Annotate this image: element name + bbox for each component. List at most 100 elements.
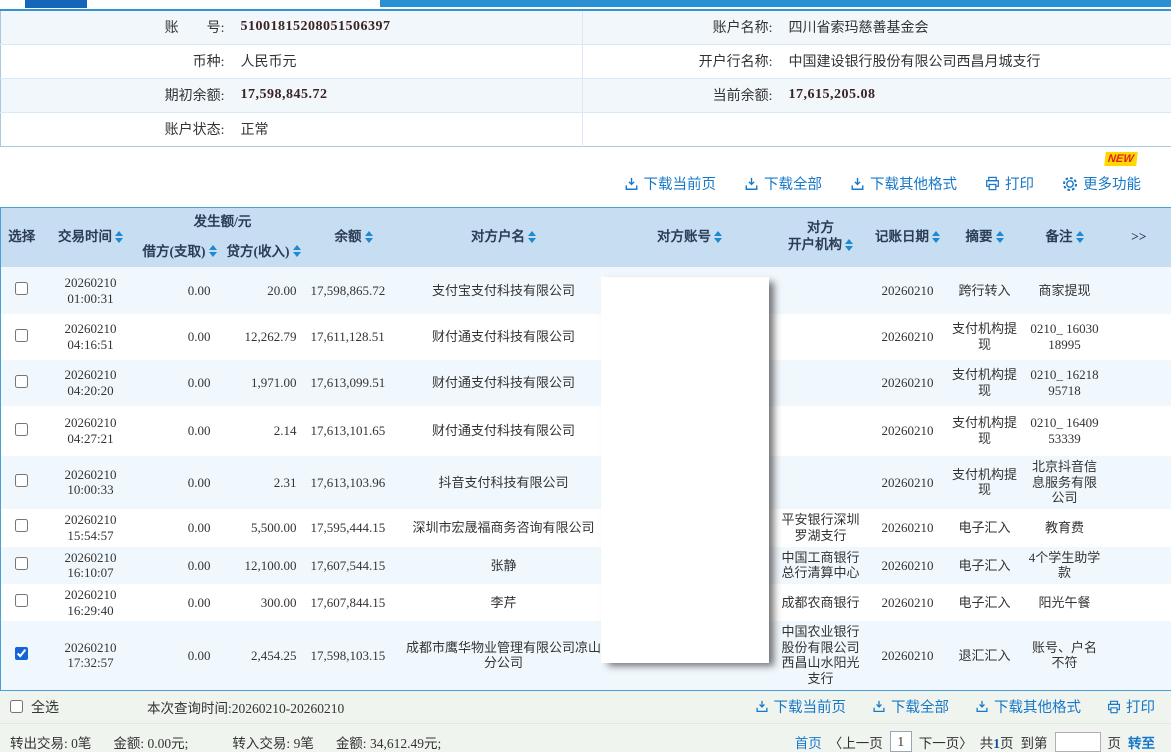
table-row: 2026021004:27:21 0.00 2.14 17,613,101.65… <box>1 406 1171 456</box>
sort-icon[interactable] <box>528 231 536 243</box>
goto-button[interactable]: 转至 <box>1128 732 1155 752</box>
cell-balance: 17,613,099.51 <box>307 360 401 406</box>
sort-icon[interactable] <box>293 245 301 257</box>
print-link[interactable]: 打印 <box>985 173 1034 194</box>
download-icon <box>624 177 639 191</box>
download-all-link[interactable]: 下载全部 <box>744 173 822 194</box>
currency-label: 币种: <box>1 44 233 78</box>
footer-download-other-format-link[interactable]: 下载其他格式 <box>975 696 1081 717</box>
cell-note: 4个学生助学款 <box>1023 547 1107 584</box>
footer-print-link[interactable]: 打印 <box>1107 696 1155 717</box>
cell-debit: 0.00 <box>139 360 221 406</box>
cell-post-date: 20260210 <box>869 547 947 584</box>
row-checkbox[interactable] <box>15 474 28 487</box>
sort-icon[interactable] <box>115 231 123 243</box>
download-current-page-link[interactable]: 下载当前页 <box>624 173 717 194</box>
download-other-format-link[interactable]: 下载其他格式 <box>850 173 957 194</box>
cell-counter-bank <box>773 267 869 314</box>
cell-counterparty: 财付通支付科技有限公司 <box>401 314 607 360</box>
goto-page-input[interactable] <box>1055 732 1101 752</box>
transfer-out-amount: 金额: 0.00元; <box>113 732 188 752</box>
sort-icon[interactable] <box>845 239 853 251</box>
footer-download-all-link[interactable]: 下载全部 <box>872 696 949 717</box>
row-checkbox[interactable] <box>15 375 28 388</box>
cell-balance: 17,607,844.15 <box>307 584 401 621</box>
cell-time: 2026021004:20:20 <box>43 360 139 406</box>
account-status-label: 账户状态: <box>1 112 233 146</box>
account-number-value: 51001815208051506397 <box>233 10 583 44</box>
col-header-time[interactable]: 交易时间 <box>43 207 139 267</box>
col-header-counter-bank[interactable]: 对方开户机构 <box>773 207 869 267</box>
cell-summary: 电子汇入 <box>947 509 1023 547</box>
prev-page-link[interactable]: 〈上一页 <box>829 732 883 752</box>
redaction-overlay <box>601 277 769 663</box>
row-checkbox[interactable] <box>15 647 28 660</box>
cell-note: 商家提现 <box>1023 267 1107 314</box>
cell-summary: 支付机构提现 <box>947 314 1023 360</box>
more-functions-link[interactable]: 更多功能 <box>1062 173 1141 194</box>
sort-icon[interactable] <box>209 245 217 257</box>
first-page-link[interactable]: 首页 <box>795 732 822 752</box>
current-balance-value: 17,615,205.08 <box>781 78 1171 112</box>
col-header-summary[interactable]: 摘要 <box>947 207 1023 267</box>
select-all-checkbox[interactable] <box>10 700 23 713</box>
transaction-table: 选择 交易时间 发生额/元 余额 对方户名 对方账号 对方开户机构 记账日期 摘… <box>0 207 1171 691</box>
sort-icon[interactable] <box>1076 231 1084 243</box>
cell-note: 账号、户名不符 <box>1023 621 1107 690</box>
table-row: 2026021015:54:57 0.00 5,500.00 17,595,44… <box>1 509 1171 547</box>
cell-time: 2026021015:54:57 <box>43 509 139 547</box>
next-page-link[interactable]: 下一页〉 <box>919 732 973 752</box>
row-checkbox[interactable] <box>15 557 28 570</box>
col-header-balance[interactable]: 余额 <box>307 207 401 267</box>
col-header-debit[interactable]: 借方(支取) <box>139 237 221 267</box>
col-header-select: 选择 <box>1 207 43 267</box>
tab-strip-segment-right <box>380 0 1171 7</box>
sort-icon[interactable] <box>996 231 1004 243</box>
current-balance-label: 当前余额: <box>583 78 781 112</box>
cell-note: 教育费 <box>1023 509 1107 547</box>
col-header-counter-account[interactable]: 对方账号 <box>607 207 773 267</box>
cell-counterparty: 李芹 <box>401 584 607 621</box>
cell-time: 2026021001:00:31 <box>43 267 139 314</box>
currency-value: 人民币元 <box>233 44 583 78</box>
cell-debit: 0.00 <box>139 267 221 314</box>
opening-balance-label: 期初余额: <box>1 78 233 112</box>
row-checkbox[interactable] <box>15 329 28 342</box>
bank-name-label: 开户行名称: <box>583 44 781 78</box>
pagination: 首页 〈上一页 1 下一页〉 共1页 到第 页 转至 <box>795 731 1155 752</box>
cell-balance: 17,595,444.15 <box>307 509 401 547</box>
col-header-note[interactable]: 备注 <box>1023 207 1107 267</box>
download-icon <box>744 177 759 191</box>
cell-time: 2026021016:29:40 <box>43 584 139 621</box>
cell-counterparty: 抖音支付科技有限公司 <box>401 456 607 509</box>
footer-download-current-page-link[interactable]: 下载当前页 <box>755 696 847 717</box>
cell-counter-bank: 成都农商银行 <box>773 584 869 621</box>
cell-summary: 电子汇入 <box>947 584 1023 621</box>
cell-post-date: 20260210 <box>869 456 947 509</box>
transfer-in-amount: 金额: 34,612.49元; <box>336 732 441 752</box>
transfer-in-count: 转入交易: 9笔 <box>232 732 313 752</box>
row-checkbox[interactable] <box>15 519 28 532</box>
expand-columns-button[interactable]: >> <box>1107 207 1171 267</box>
col-header-counterparty[interactable]: 对方户名 <box>401 207 607 267</box>
cell-debit: 0.00 <box>139 509 221 547</box>
download-icon <box>872 700 886 713</box>
sort-icon[interactable] <box>932 231 940 243</box>
cell-post-date: 20260210 <box>869 509 947 547</box>
col-header-post-date[interactable]: 记账日期 <box>869 207 947 267</box>
transfer-out-count: 转出交易: 0笔 <box>10 732 91 752</box>
col-header-credit[interactable]: 贷方(收入) <box>221 237 307 267</box>
row-checkbox[interactable] <box>15 594 28 607</box>
current-page-box[interactable]: 1 <box>890 731 912 752</box>
sort-icon[interactable] <box>714 231 722 243</box>
sort-icon[interactable] <box>365 231 373 243</box>
cell-counterparty: 成都市鹰华物业管理有限公司凉山分公司 <box>401 621 607 690</box>
table-row: 2026021017:32:57 0.00 2,454.25 17,598,10… <box>1 621 1171 690</box>
printer-icon <box>1107 700 1121 714</box>
download-icon <box>975 700 989 713</box>
row-checkbox[interactable] <box>15 282 28 295</box>
cell-credit: 2.14 <box>221 406 307 456</box>
cell-counterparty: 财付通支付科技有限公司 <box>401 406 607 456</box>
cell-balance: 17,598,865.72 <box>307 267 401 314</box>
row-checkbox[interactable] <box>15 423 28 436</box>
